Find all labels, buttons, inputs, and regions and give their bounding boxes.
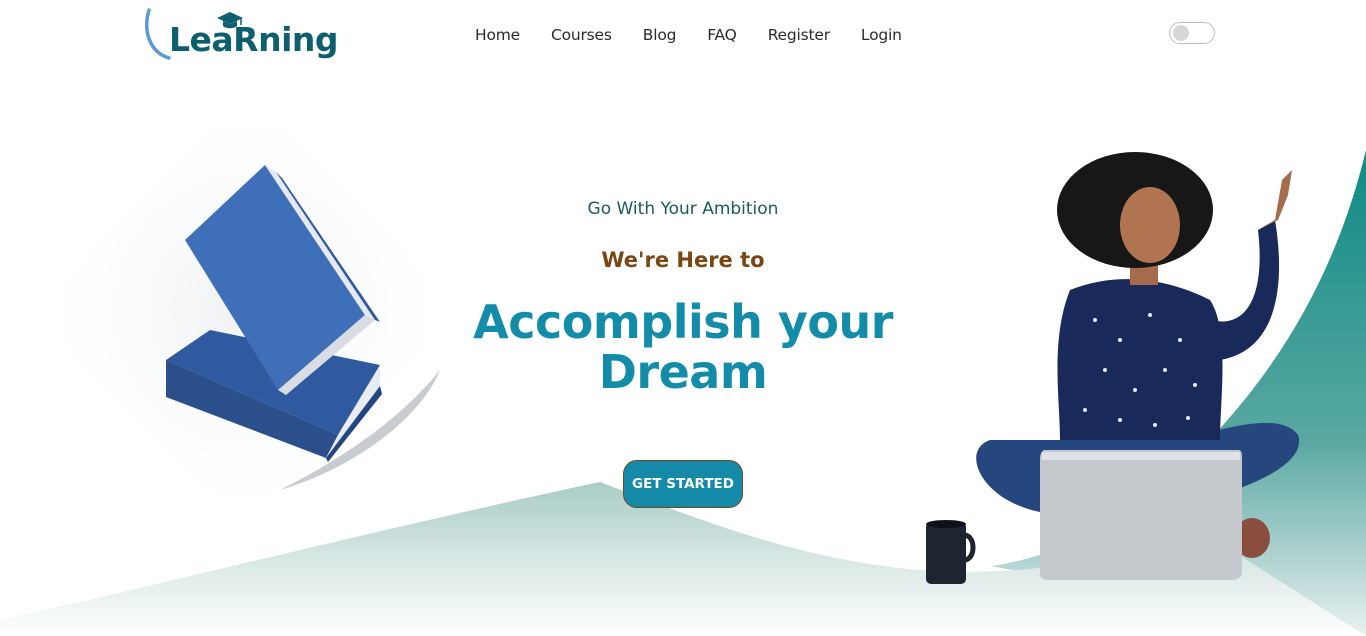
nav-login[interactable]: Login bbox=[861, 23, 902, 47]
main-nav: Home Courses Blog FAQ Register Login bbox=[475, 23, 933, 47]
nav-register[interactable]: Register bbox=[768, 23, 830, 47]
nav-home[interactable]: Home bbox=[475, 23, 520, 47]
nav-blog[interactable]: Blog bbox=[643, 23, 677, 47]
theme-toggle[interactable] bbox=[1169, 22, 1215, 44]
get-started-button[interactable]: GET STARTED bbox=[623, 460, 743, 508]
hero-title-line1: Accomplish your bbox=[473, 295, 893, 349]
nav-courses[interactable]: Courses bbox=[551, 23, 612, 47]
nav-faq[interactable]: FAQ bbox=[707, 23, 737, 47]
hero-tagline: Go With Your Ambition bbox=[587, 199, 779, 219]
hero-title: Accomplish your Dream bbox=[433, 297, 933, 397]
hero-subtitle: We're Here to bbox=[601, 248, 765, 272]
brand-logo[interactable]: LeaRning bbox=[143, 6, 339, 66]
hero-title-line2: Dream bbox=[598, 345, 768, 399]
student-laptop-illustration bbox=[926, 152, 1300, 584]
books-illustration bbox=[30, 90, 460, 530]
logo-text: LeaRning bbox=[169, 20, 339, 59]
toggle-knob bbox=[1173, 25, 1189, 41]
